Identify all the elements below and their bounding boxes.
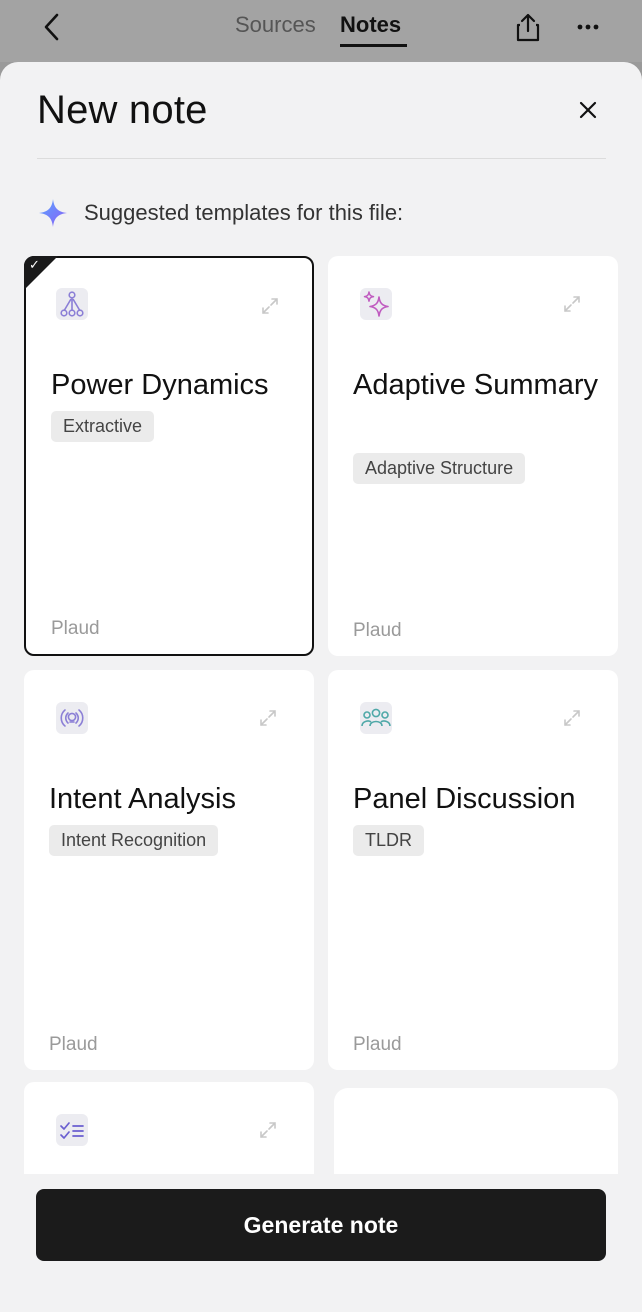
share-icon <box>516 13 540 42</box>
card-tag: TLDR <box>353 825 425 856</box>
card-tag: Adaptive Structure <box>353 453 526 484</box>
expand-icon[interactable] <box>258 708 278 728</box>
expand-icon[interactable] <box>260 296 280 316</box>
card-tag: Extractive <box>51 411 155 442</box>
generate-note-button[interactable]: Generate note <box>36 1189 606 1261</box>
chevron-left-icon <box>44 13 59 41</box>
close-button[interactable] <box>572 94 604 126</box>
top-bar: Sources Notes <box>0 0 642 62</box>
card-title: Panel Discussion <box>353 783 576 815</box>
people-group-icon <box>360 702 392 734</box>
checkmark-icon: ✓ <box>29 258 40 273</box>
template-card-panel-discussion[interactable]: Panel Discussion TLDR Plaud <box>328 670 618 1070</box>
card-brand: Plaud <box>49 1034 98 1055</box>
card-title: Adaptive Summary <box>353 369 598 401</box>
template-card-adaptive-summary[interactable]: Adaptive Summary Adaptive Structure Plau… <box>328 256 618 656</box>
checklist-icon <box>56 1114 88 1146</box>
suggested-templates-label: Suggested templates for this file: <box>84 200 404 225</box>
expand-icon[interactable] <box>562 708 582 728</box>
card-tag: Intent Recognition <box>49 825 219 856</box>
expand-icon[interactable] <box>258 1120 278 1140</box>
suggested-templates-heading: Suggested templates for this file: <box>38 198 403 228</box>
selected-check-badge: ✓ <box>24 256 58 290</box>
expand-icon[interactable] <box>562 294 582 314</box>
card-title: Power Dynamics <box>51 369 269 401</box>
sparkles-icon <box>360 288 392 320</box>
template-card-intent-analysis[interactable]: Intent Analysis Intent Recognition Plaud <box>24 670 314 1070</box>
new-note-sheet: New note Suggested templates for this fi… <box>0 62 642 1312</box>
tab-sources[interactable]: Sources <box>235 12 316 38</box>
sparkle-icon <box>39 199 67 227</box>
share-button[interactable] <box>512 10 544 44</box>
card-title: Intent Analysis <box>49 783 236 815</box>
more-options-button[interactable] <box>570 10 606 44</box>
card-brand: Plaud <box>51 618 100 639</box>
card-brand: Plaud <box>353 620 402 641</box>
sheet-title: New note <box>37 88 208 132</box>
header-divider <box>37 158 606 159</box>
active-tab-indicator <box>340 44 407 47</box>
close-icon <box>579 101 597 119</box>
back-button[interactable] <box>36 10 66 44</box>
tab-notes[interactable]: Notes <box>340 12 401 38</box>
broadcast-bulb-icon <box>56 702 88 734</box>
flow-branch-icon <box>56 288 88 320</box>
template-card-power-dynamics[interactable]: ✓ Power Dynamics Extractive Plaud <box>24 256 314 656</box>
card-brand: Plaud <box>353 1034 402 1055</box>
ellipsis-icon <box>577 24 599 30</box>
